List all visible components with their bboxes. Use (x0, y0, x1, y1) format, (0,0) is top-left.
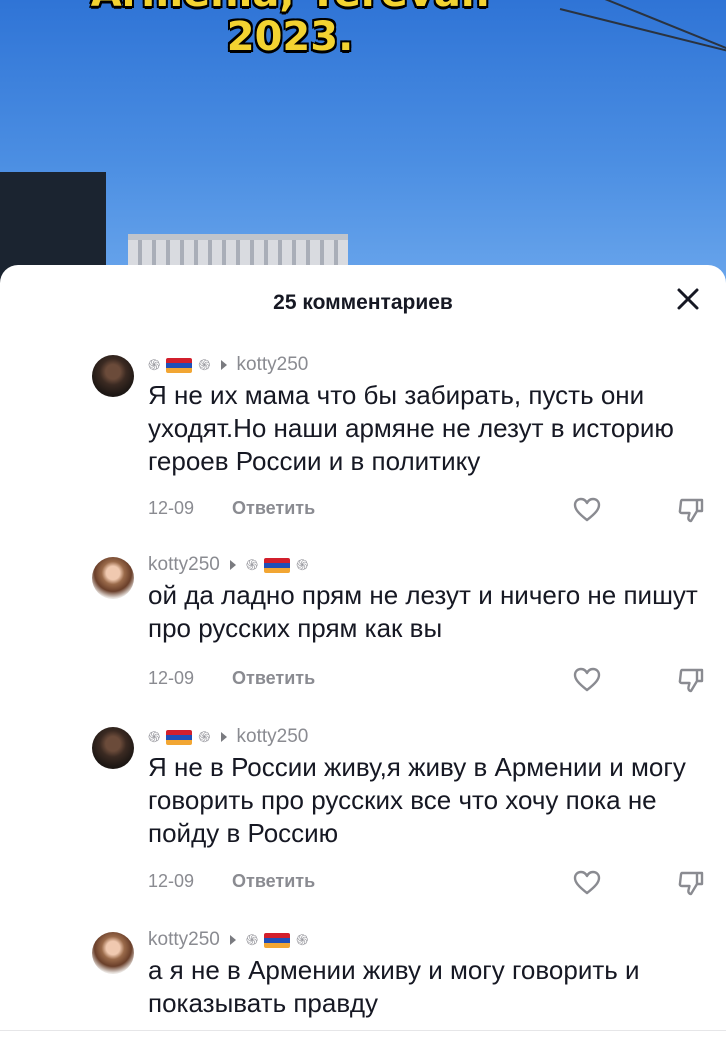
heart-icon[interactable] (572, 665, 602, 695)
armenia-flag-icon (166, 729, 193, 745)
comments-count-title: 25 комментариев (273, 291, 453, 314)
power-line (599, 0, 726, 58)
eternity-sign-icon: ֍ (245, 932, 259, 949)
avatar[interactable] (92, 557, 134, 599)
reply-arrow-icon (220, 360, 227, 370)
close-icon[interactable] (672, 283, 704, 315)
armenia-flag-icon (166, 357, 193, 373)
dislike-icon[interactable] (676, 868, 706, 898)
avatar[interactable] (92, 727, 134, 769)
heart-icon[interactable] (572, 495, 602, 525)
comment-actions: 12-09 Ответить (148, 495, 708, 525)
comment-meta: kotty250 ֍ ֍ (148, 553, 308, 577)
comment-date: 12-09 (148, 871, 195, 891)
comment-item: kotty250 ֍ ֍ а я не в Армении живу и мог… (0, 928, 726, 1028)
comments-sheet: 25 комментариев ֍ ֍ kotty250 Я не их мам… (0, 265, 726, 1038)
reply-arrow-icon (229, 560, 236, 570)
comment-text: Я не в России живу,я живу в Армении и мо… (148, 752, 686, 848)
comment-author[interactable]: kotty250 (237, 354, 309, 376)
eternity-sign-icon: ֍ (198, 357, 211, 374)
video-caption-year: 2023. (226, 14, 354, 60)
reply-button[interactable]: Ответить (232, 871, 315, 892)
comment-text: ой да ладно прям не лезут и ничего не пи… (148, 580, 698, 643)
comment-actions: 12-09 Ответить (148, 868, 708, 898)
reply-arrow-icon (229, 935, 236, 945)
comment-date: 12-09 (148, 668, 195, 688)
eternity-sign-icon: ֍ (296, 932, 309, 949)
comment-date: 12-09 (148, 498, 195, 518)
armenia-flag-icon (264, 557, 291, 573)
comment-author[interactable]: kotty250 (237, 726, 309, 748)
dislike-icon[interactable] (676, 495, 706, 525)
comment-meta: ֍ ֍ kotty250 (148, 725, 308, 749)
video-background: Armenia, Yerevan 2023. (0, 0, 726, 290)
comment-item: ֍ ֍ kotty250 Я не их мама что бы забират… (0, 353, 726, 523)
comment-actions: 12-09 Ответить (148, 665, 708, 695)
comment-author[interactable]: kotty250 (148, 554, 220, 576)
reply-arrow-icon (220, 732, 227, 742)
comment-meta: kotty250 ֍ ֍ (148, 928, 308, 952)
comment-text: Я не их мама что бы забирать, пусть они … (148, 380, 674, 476)
heart-icon[interactable] (572, 868, 602, 898)
comment-text: а я не в Армении живу и могу говорить и … (148, 955, 640, 1018)
eternity-sign-icon: ֍ (148, 357, 161, 374)
divider (0, 1030, 726, 1031)
reply-button[interactable]: Ответить (232, 498, 315, 519)
avatar[interactable] (92, 932, 134, 974)
eternity-sign-icon: ֍ (245, 557, 259, 574)
eternity-sign-icon: ֍ (198, 729, 211, 746)
comment-meta: ֍ ֍ kotty250 (148, 353, 308, 377)
comment-item: kotty250 ֍ ֍ ой да ладно прям не лезут и… (0, 553, 726, 693)
comment-item: ֍ ֍ kotty250 Я не в России живу,я живу в… (0, 725, 726, 898)
avatar[interactable] (92, 355, 134, 397)
reply-button[interactable]: Ответить (232, 668, 315, 689)
eternity-sign-icon: ֍ (148, 729, 161, 746)
dislike-icon[interactable] (676, 665, 706, 695)
eternity-sign-icon: ֍ (296, 557, 309, 574)
armenia-flag-icon (264, 932, 291, 948)
comment-author[interactable]: kotty250 (148, 929, 220, 951)
